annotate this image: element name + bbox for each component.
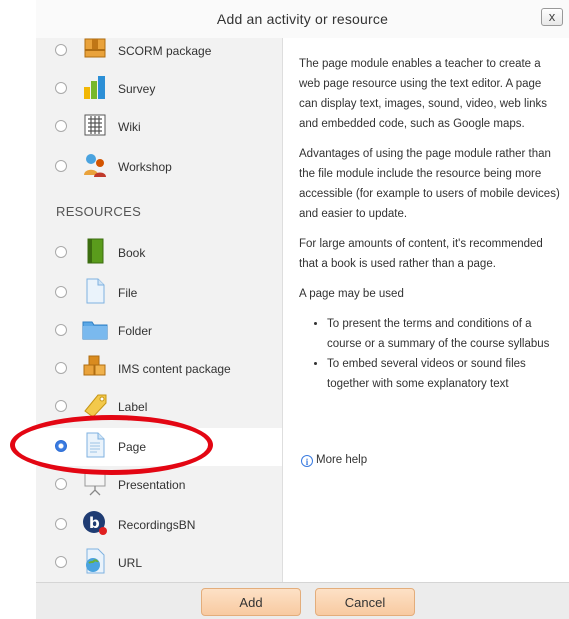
list-item-label: File [118, 286, 138, 300]
presentation-icon [81, 469, 109, 497]
radio-presentation[interactable] [55, 478, 67, 490]
svg-text:b: b [89, 514, 100, 532]
radio-recordingsbn[interactable] [55, 518, 67, 530]
survey-bar-chart-icon [81, 73, 109, 101]
resources-heading: RESOURCES [56, 204, 142, 219]
description-paragraph: A page may be used [299, 288, 404, 300]
add-button[interactable]: Add [201, 588, 301, 616]
more-help-link[interactable]: i More help [301, 454, 367, 467]
usage-bullet-list: To present the terms and conditions of a… [299, 314, 561, 394]
description-paragraph: Advantages of using the page module rath… [299, 148, 560, 220]
cancel-button[interactable]: Cancel [315, 588, 415, 616]
recordingsbn-icon: b [81, 509, 109, 537]
dialog-title: Add an activity or resource [216, 11, 389, 27]
list-item-label: Wiki [118, 120, 141, 134]
radio-survey[interactable] [55, 82, 67, 94]
add-activity-dialog: Add an activity or resource x SCORM pack… [0, 0, 569, 619]
list-item-label: Presentation [118, 478, 186, 492]
list-item-label: Workshop [118, 160, 172, 174]
list-item-label: Page [118, 440, 147, 454]
label-tag-icon [81, 391, 109, 419]
dialog-titlebar: Add an activity or resource x [36, 0, 569, 39]
dialog-footer: Add Cancel [36, 582, 569, 619]
more-help-label[interactable]: More help [316, 454, 367, 466]
list-item-wiki[interactable]: Wiki [36, 108, 282, 146]
list-item-survey[interactable]: Survey [36, 70, 282, 108]
module-description: The page module enables a teacher to cre… [299, 54, 561, 404]
list-item-workshop[interactable]: Workshop [36, 148, 282, 186]
list-item-label: Book [118, 246, 146, 260]
list-item-page[interactable]: Page [36, 428, 282, 466]
close-button[interactable]: x [541, 8, 563, 26]
radio-workshop[interactable] [55, 160, 67, 172]
radio-page[interactable] [55, 440, 67, 452]
radio-book[interactable] [55, 246, 67, 258]
radio-folder[interactable] [55, 324, 67, 336]
wiki-icon [81, 111, 109, 139]
info-icon: i [301, 455, 313, 467]
list-item-folder[interactable]: Folder [36, 312, 282, 350]
list-item-label: RecordingsBN [118, 518, 196, 532]
folder-icon [81, 315, 109, 343]
module-list: SCORM package Survey Wiki Workshop RESOU… [36, 38, 283, 582]
radio-scorm-package[interactable] [55, 44, 67, 56]
list-item-label-resource[interactable]: Label [36, 388, 282, 426]
usage-bullet: To present the terms and conditions of a… [327, 314, 561, 354]
description-paragraph: The page module enables a teacher to cre… [299, 58, 548, 130]
list-item-label: Label [118, 400, 148, 414]
url-globe-icon [81, 547, 109, 575]
list-item-presentation[interactable]: Presentation [36, 466, 282, 504]
list-item-url[interactable]: URL [36, 544, 282, 582]
list-item-label: IMS content package [118, 362, 231, 376]
radio-file[interactable] [55, 286, 67, 298]
list-item-scorm-package[interactable]: SCORM package [36, 38, 282, 70]
description-paragraph: For large amounts of content, it's recom… [299, 238, 543, 270]
module-description-pane: The page module enables a teacher to cre… [283, 38, 569, 582]
list-item-file[interactable]: File [36, 274, 282, 312]
usage-bullet: To embed several videos or sound files t… [327, 354, 561, 394]
ims-package-icon [81, 353, 109, 381]
book-icon [81, 237, 109, 265]
radio-ims-content-package[interactable] [55, 362, 67, 374]
list-item-book[interactable]: Book [36, 234, 282, 272]
list-item-label: URL [118, 556, 143, 570]
list-item-label: Folder [118, 324, 153, 338]
radio-wiki[interactable] [55, 120, 67, 132]
radio-label[interactable] [55, 400, 67, 412]
list-item-label: SCORM package [118, 44, 212, 58]
workshop-people-icon [81, 151, 109, 179]
list-item-ims-content-package[interactable]: IMS content package [36, 350, 282, 388]
radio-url[interactable] [55, 556, 67, 568]
file-icon [81, 277, 109, 305]
scorm-package-icon [81, 38, 109, 63]
list-item-recordingsbn[interactable]: b RecordingsBN [36, 506, 282, 544]
page-icon [81, 431, 109, 459]
list-item-label: Survey [118, 82, 156, 96]
